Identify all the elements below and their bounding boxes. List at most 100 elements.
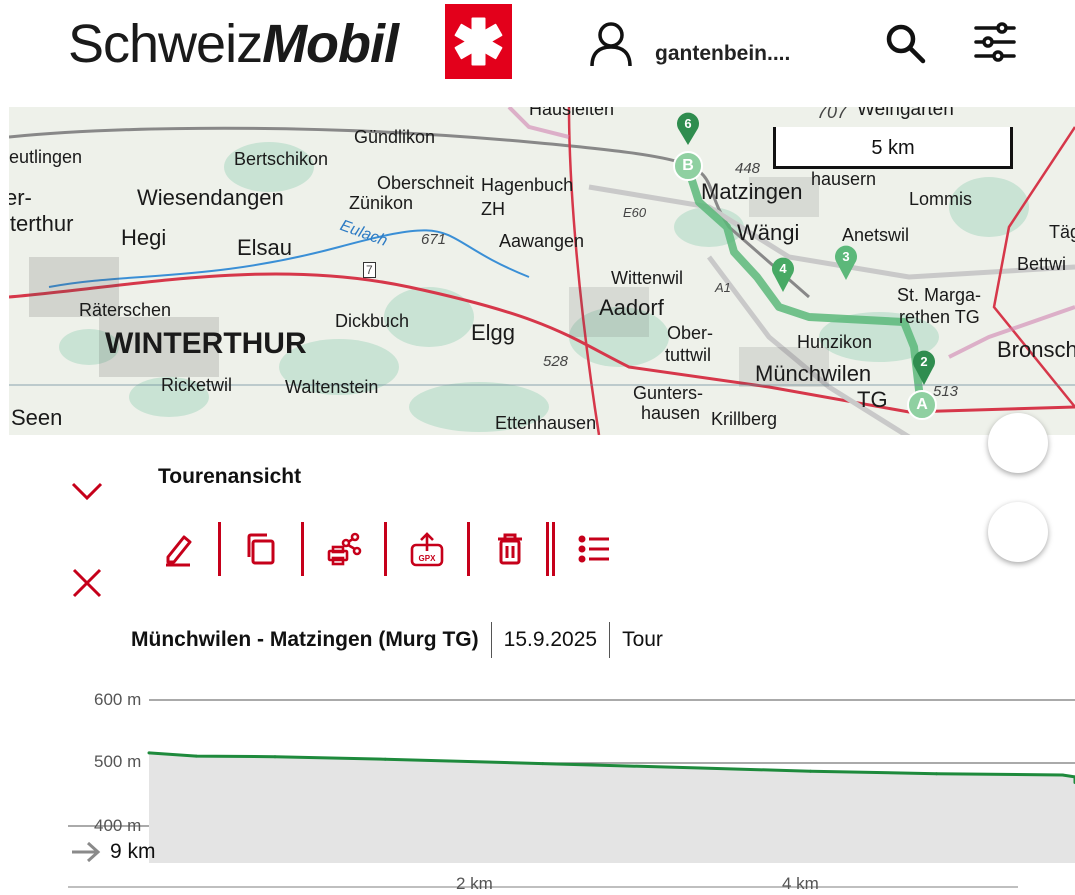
elevation-point — [698, 766, 702, 770]
place-label: 448 — [735, 160, 761, 177]
place-label: Dickbuch — [335, 311, 410, 331]
map-control-button[interactable] — [988, 502, 1048, 562]
pin-number: 6 — [684, 116, 692, 131]
place-label: Wiesendangen — [137, 185, 284, 210]
place-label: Täg — [1049, 222, 1075, 242]
elevation-point — [809, 769, 812, 773]
place-label: Matzingen — [701, 179, 803, 204]
pin-number: 2 — [920, 354, 928, 369]
place-label: iterthur — [9, 211, 74, 236]
elevation-point — [935, 772, 938, 776]
place-label: Hegi — [121, 225, 167, 250]
close-icon[interactable] — [70, 566, 104, 600]
place-label: rethen TG — [899, 307, 980, 327]
place-label: Wittenwil — [611, 268, 684, 288]
tour-date: 15.9.2025 — [490, 622, 609, 658]
place-label: Bertschikon — [234, 149, 329, 169]
pin-number: 3 — [842, 249, 850, 264]
place-label: ZH — [481, 199, 505, 219]
elevation-point — [194, 754, 198, 758]
username[interactable]: gantenbein.... — [655, 42, 790, 66]
place-label: 528 — [543, 353, 569, 370]
waypoint-pin[interactable]: 6 — [676, 112, 700, 146]
swiss-cross-icon — [445, 4, 512, 79]
arrow-right-icon — [72, 841, 101, 863]
schweizmobil-logo[interactable]: SchweizMobil — [68, 13, 399, 75]
place-label: Oberschneit — [377, 173, 475, 193]
place-label: WINTERTHUR — [105, 327, 307, 360]
scale-bar: 5 km — [773, 127, 1013, 169]
logo-text: SchweizMobil — [68, 13, 399, 75]
place-label: Ettenhausen — [495, 413, 597, 433]
place-label: Räterschen — [79, 300, 172, 320]
y-tick-label: 600 m — [94, 690, 142, 709]
waypoint-pin[interactable]: 3 — [834, 245, 858, 281]
place-label: Gunters- — [633, 383, 704, 403]
place-label: Anetswil — [842, 225, 910, 245]
search-icon[interactable] — [884, 22, 928, 66]
y-tick-label: 500 m — [94, 752, 142, 771]
place-label: hausen — [641, 403, 701, 423]
copy-icon[interactable] — [243, 531, 279, 567]
logo-light: Schweiz — [68, 14, 263, 74]
elevation-point — [1061, 773, 1064, 777]
toolbar-divider — [467, 522, 470, 576]
place-label: St. Marga- — [897, 285, 982, 305]
gpx-export-icon[interactable]: GPX — [409, 531, 445, 567]
place-label: Krillberg — [711, 409, 778, 429]
place-label: Aadorf — [599, 295, 664, 320]
filter-icon[interactable] — [972, 20, 1018, 66]
place-label: Lommis — [909, 189, 973, 209]
place-label: Münchwilen — [755, 361, 872, 386]
x-tick-label: 4 km — [782, 874, 819, 893]
place-label: Elsau — [237, 235, 293, 260]
waypoint-pin[interactable]: 4 — [771, 257, 795, 293]
place-label: Aawangen — [499, 231, 585, 251]
toolbar-divider — [218, 522, 221, 576]
place-label: hausern — [811, 169, 877, 189]
waypoint-end-marker[interactable]: B — [673, 151, 703, 181]
place-label: 671 — [421, 231, 447, 248]
map-control-button[interactable] — [988, 413, 1048, 473]
elevation-point — [147, 751, 151, 755]
delete-icon[interactable] — [492, 531, 528, 567]
place-label: E60 — [623, 205, 647, 220]
user-icon[interactable] — [588, 20, 634, 68]
tour-distance: 9 km — [70, 840, 156, 864]
x-tick-label: 2 km — [456, 874, 493, 893]
elevation-point — [541, 762, 545, 766]
place-label: Seen — [11, 405, 63, 430]
chevron-down-icon[interactable] — [70, 478, 104, 504]
place-label: Gündlikon — [354, 127, 436, 147]
place-label: TG — [857, 387, 888, 412]
place-label: 513 — [933, 383, 959, 400]
toolbar-divider — [384, 522, 387, 576]
place-label: Wängi — [737, 220, 800, 245]
place-label: eutlingen — [9, 147, 83, 167]
place-label: 707 — [817, 107, 848, 122]
elevation-chart[interactable]: 600 m 500 m 400 m 2 km 4 km — [0, 680, 1075, 895]
waypoint-start-marker[interactable]: A — [907, 390, 937, 420]
place-label: tuttwil — [665, 345, 712, 365]
logo-bold: Mobil — [262, 14, 399, 74]
elevation-point — [273, 755, 277, 759]
elevation-area — [149, 752, 1075, 863]
print-share-icon[interactable] — [326, 531, 362, 567]
road-number: 7 — [363, 262, 376, 278]
place-label: A1 — [715, 280, 731, 295]
list-icon[interactable] — [577, 531, 613, 567]
place-label: Hausleiten — [529, 107, 615, 119]
elevation-point — [383, 757, 387, 761]
waypoint-pin[interactable]: 2 — [912, 350, 936, 386]
edit-icon[interactable] — [160, 531, 196, 567]
place-label: Ricketwil — [161, 375, 233, 395]
map-view[interactable]: Hausleiten 707 Weingarten eutlingen Günd… — [9, 107, 1075, 435]
app-header: SchweizMobil gantenbein.... — [0, 0, 1075, 105]
place-label: er- — [9, 185, 32, 210]
place-label: Elgg — [471, 320, 516, 345]
place-label: Bettwi — [1017, 254, 1067, 274]
toolbar-divider — [301, 522, 304, 576]
tour-info: Münchwilen - Matzingen (Murg TG) 15.9.20… — [131, 622, 675, 658]
tour-name: Münchwilen - Matzingen (Murg TG) — [131, 628, 479, 651]
place-label: Hagenbuch — [481, 175, 574, 195]
